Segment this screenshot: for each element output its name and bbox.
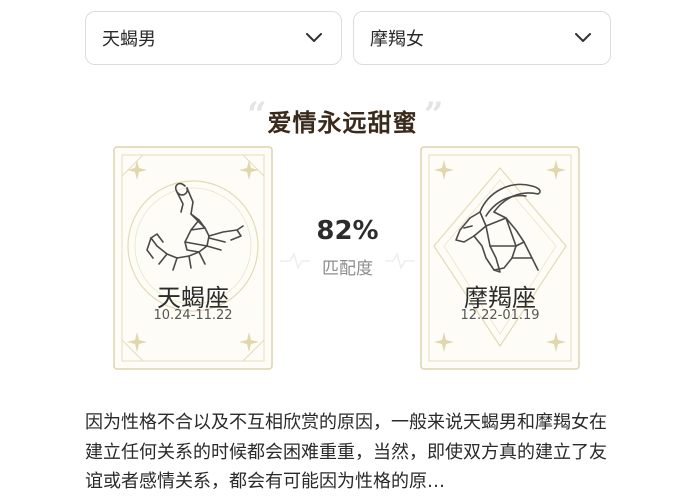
chevron-down-icon xyxy=(305,29,323,47)
headline-text: 爱情永远甜蜜 xyxy=(267,109,418,137)
compatibility-headline: “ 爱情永远甜蜜 ” xyxy=(0,95,685,138)
match-percent: 82% xyxy=(316,216,379,246)
scorpio-dates: 10.24-11.22 xyxy=(153,308,233,323)
male-sign-select[interactable]: 天蝎男 xyxy=(85,11,342,65)
match-score: 82% 匹配度 xyxy=(285,216,410,279)
chevron-down-icon xyxy=(574,29,592,47)
goat-icon xyxy=(455,183,541,273)
scorpion-icon xyxy=(146,182,244,271)
capricorn-dates: 12.22-01.19 xyxy=(460,308,540,323)
capricorn-card: 摩羯座 12.22-01.19 xyxy=(420,146,580,370)
male-sign-select-value: 天蝎男 xyxy=(102,29,156,50)
female-sign-select-value: 摩羯女 xyxy=(370,29,424,50)
match-label: 匹配度 xyxy=(322,259,373,279)
open-quote-mark: “ xyxy=(247,95,268,135)
compatibility-description: 因为性格不合以及不互相欣赏的原因，一般来说天蝎男和摩羯女在建立任何关系的时候都会… xyxy=(85,412,607,492)
close-quote-mark: ” xyxy=(424,95,445,135)
female-sign-select[interactable]: 摩羯女 xyxy=(353,11,611,65)
scorpio-card: 天蝎座 10.24-11.22 xyxy=(113,146,273,370)
